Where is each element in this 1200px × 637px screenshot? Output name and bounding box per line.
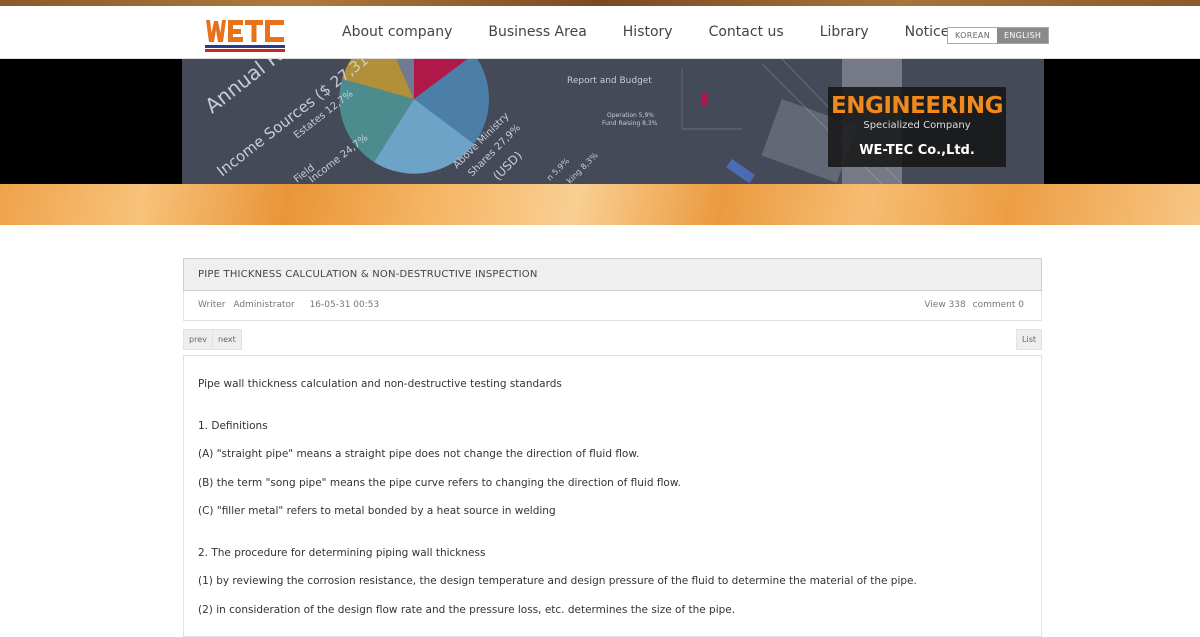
nav-history[interactable]: History [623,24,673,40]
nav-contact-us[interactable]: Contact us [709,24,784,40]
wetec-logo[interactable] [205,17,285,55]
nav-business-area[interactable]: Business Area [488,24,586,40]
writer-name: Administrator [233,300,295,310]
nav-library[interactable]: Library [820,24,869,40]
comment-label: comment [972,300,1016,310]
post-body: Pipe wall thickness calculation and non-… [183,355,1042,637]
orange-geometric-band [0,184,1200,225]
body-line: Pipe wall thickness calculation and non-… [198,378,562,390]
body-line: 1. Definitions [198,420,268,432]
badge-headline: ENGINEERING [831,93,1003,119]
next-button[interactable]: next [212,329,242,350]
badge-company: WE-TEC Co.,Ltd. [859,143,975,158]
post-view: PIPE THICKNESS CALCULATION & NON-DESTRUC… [183,258,1042,637]
report-budget-text: Report and Budget [567,76,652,86]
language-switch: KOREAN ENGLISH [947,27,1050,44]
fund-raising-text: Fund Raising 8,3% [602,120,658,127]
list-button[interactable]: List [1016,329,1042,350]
engineering-badge: ENGINEERING Specialized Company WE-TEC C… [828,87,1006,167]
lang-korean-button[interactable]: KOREAN [948,28,997,43]
body-line: (A) "straight pipe" means a straight pip… [198,448,640,460]
view-count: 338 [948,300,966,310]
hero-banner: Annual Report Income Sources ($ 27,314,0… [0,59,1200,225]
comment-count: 0 [1018,300,1024,310]
main-nav: About company Business Area History Cont… [342,6,985,58]
nav-notice[interactable]: Notice [905,24,950,40]
body-line: 2. The procedure for determining piping … [198,547,486,559]
badge-subline: Specialized Company [863,120,971,131]
body-line: (C) "filler metal" refers to metal bonde… [198,505,556,517]
view-label: View [924,300,946,310]
prev-button[interactable]: prev [183,329,213,350]
operation-text: Operation 5,9% [607,112,654,119]
post-stats: View 338 comment 0 [924,291,1024,320]
writer-label: Writer [198,300,226,310]
body-line: (B) the term "song pipe" means the pipe … [198,477,681,489]
nav-about-company[interactable]: About company [342,24,452,40]
post-date: 16-05-31 00:53 [309,300,380,310]
lang-english-button[interactable]: ENGLISH [996,28,1049,43]
body-line: (2) in consideration of the design flow … [198,604,736,616]
post-title: PIPE THICKNESS CALCULATION & NON-DESTRUC… [183,258,1042,291]
site-header: About company Business Area History Cont… [0,6,1200,59]
body-line: (1) by reviewing the corrosion resistanc… [198,575,917,587]
post-navigation: prev next List [183,329,1042,350]
post-meta: Writer Administrator 16-05-31 00:53 View… [183,291,1042,321]
